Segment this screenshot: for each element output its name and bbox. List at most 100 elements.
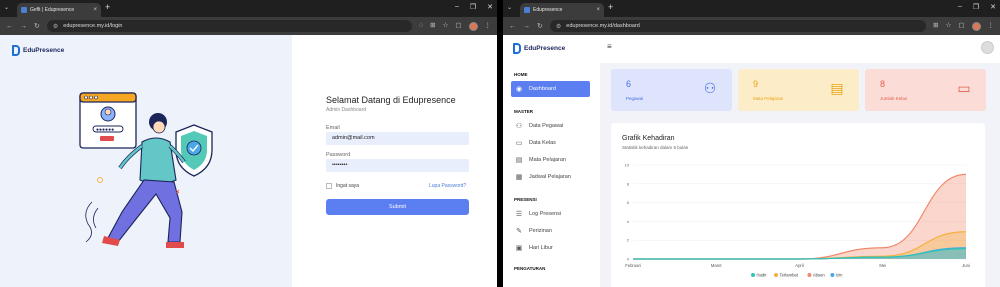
sidebar: EduPresence HOME ◉ Dashboard MASTER ⚇ Da… (503, 35, 600, 287)
favicon-icon (21, 7, 27, 13)
logo: EduPresence (12, 45, 64, 56)
logo-icon (513, 43, 521, 54)
extensions-icon[interactable]: ▢ (455, 22, 461, 30)
favicon-icon (524, 7, 530, 13)
close-icon[interactable]: × (93, 7, 97, 13)
x-tick-label: Februari (625, 263, 641, 268)
sidebar-section-presensi: PRESENSI (514, 197, 537, 202)
legend-label: Izin (836, 273, 843, 278)
site-info-icon[interactable]: ⚙ (556, 23, 561, 30)
back-icon[interactable]: ← (509, 23, 516, 30)
sidebar-item-mata-pelajaran[interactable]: ▤ Mata Pelajaran (511, 152, 590, 168)
legend-marker (830, 273, 835, 277)
browser-toolbar: ← → ↻ ⚙ edupresence.my.id/login ◌ ⊞ ☆ ▢ … (0, 17, 497, 35)
translate-icon[interactable]: ⊞ (430, 22, 435, 30)
reload-icon[interactable]: ↻ (537, 23, 543, 30)
calendar-icon: ▣ (515, 245, 523, 252)
translate-icon[interactable]: ⊞ (933, 22, 938, 30)
sidebar-item-label: Data Kelas (529, 140, 556, 146)
hamburger-menu-icon[interactable]: ≡ (607, 42, 612, 51)
y-tick-label: 6 (627, 200, 630, 205)
class-icon: ▭ (957, 79, 971, 96)
stat-card-jumlah-kelas: 8 Jumlah Kelas ▭ (865, 69, 986, 111)
remember-checkbox[interactable] (326, 183, 332, 189)
email-field[interactable]: admin@mail.com (326, 132, 469, 145)
address-bar[interactable]: ⚙ edupresence.my.id/login (46, 20, 413, 32)
maximize-icon[interactable]: ❐ (470, 3, 476, 11)
back-icon[interactable]: ← (6, 23, 13, 30)
stat-card-label: Mata Pelajaran (753, 96, 784, 101)
address-bar[interactable]: ⚙ edupresence.my.id/dashboard (549, 20, 927, 32)
minimize-icon[interactable]: – (958, 3, 962, 11)
sidebar-item-label: Dashboard (529, 86, 556, 92)
tab-title: Geflt | Edupresence (30, 7, 75, 13)
stat-card-value: 8 (880, 79, 886, 89)
tab-search-icon[interactable]: ⌄ (4, 4, 9, 11)
extensions-icon[interactable]: ▢ (958, 22, 964, 30)
maximize-icon[interactable]: ❐ (973, 3, 979, 11)
x-tick-label: Mei (879, 263, 886, 268)
top-bar: ≡ (600, 35, 1000, 63)
browser-tab[interactable]: Edupresence × (520, 3, 604, 17)
browser-toolbar: ← → ↻ ⚙ edupresence.my.id/dashboard ⊞ ☆ … (503, 17, 1000, 35)
submit-button[interactable]: Submit (326, 199, 469, 215)
password-field[interactable]: •••••••• (326, 159, 469, 172)
svg-text:●●●●●●: ●●●●●● (96, 127, 114, 133)
new-tab-button[interactable]: + (608, 3, 613, 12)
close-window-icon[interactable]: ✕ (990, 3, 996, 11)
minimize-icon[interactable]: – (455, 3, 459, 11)
profile-icon[interactable] (971, 21, 981, 31)
remember-label: Ingat saya (336, 183, 360, 189)
y-tick-label: 2 (627, 238, 630, 243)
users-icon: ⚇ (515, 123, 523, 130)
eye-off-icon[interactable]: ◌ (419, 22, 423, 30)
menu-icon[interactable]: ⋮ (988, 22, 995, 30)
sidebar-item-label: Hari Libur (529, 245, 553, 251)
main-content: ≡ 6 Pegawai ⚇ 9 Mata Pelajaran ▤ 8 Jumla… (600, 35, 1000, 287)
sidebar-item-hari-libur[interactable]: ▣ Hari Libur (511, 240, 590, 256)
schedule-icon: ▦ (515, 174, 523, 181)
x-tick-label: Juni (962, 263, 970, 268)
y-tick-label: 10 (625, 163, 630, 168)
tab-bar: ⌄ Geflt | Edupresence × + – ❐ ✕ (0, 0, 497, 17)
forward-icon[interactable]: → (20, 23, 27, 30)
sidebar-item-dashboard[interactable]: ◉ Dashboard (511, 81, 590, 97)
reload-icon[interactable]: ↻ (34, 23, 40, 30)
avatar[interactable] (981, 41, 994, 54)
forgot-password-link[interactable]: Lupa Password? (429, 183, 466, 189)
x-tick-label: Maret (711, 263, 723, 268)
window-controls: – ❐ ✕ (455, 3, 493, 11)
sidebar-item-jadwal-pelajaran[interactable]: ▦ Jadwal Pelajaran (511, 169, 590, 185)
attendance-chart-card: Grafik Kehadiran Statistik kehadiran dal… (611, 123, 985, 287)
x-tick-label: April (795, 263, 803, 268)
login-subheading: Admin Dashboard (326, 107, 367, 113)
profile-icon[interactable] (468, 21, 478, 31)
menu-icon[interactable]: ⋮ (485, 22, 492, 30)
new-tab-button[interactable]: + (105, 3, 110, 12)
sidebar-item-data-pegawai[interactable]: ⚇ Data Pegawai (511, 118, 590, 134)
logo: EduPresence (513, 43, 565, 54)
series-area-absen (633, 174, 966, 259)
star-icon[interactable]: ☆ (946, 22, 952, 30)
sidebar-item-log-presensi[interactable]: ☰ Log Presensi (511, 206, 590, 222)
legend-label: Absen (813, 273, 826, 278)
tab-bar: ⌄ Edupresence × + – ❐ ✕ (503, 0, 1000, 17)
browser-tab[interactable]: Geflt | Edupresence × (17, 3, 101, 17)
close-icon[interactable]: × (596, 7, 600, 13)
forward-icon[interactable]: → (523, 23, 530, 30)
sidebar-item-label: Perizinan (529, 228, 552, 234)
stat-card-value: 9 (753, 79, 759, 89)
url-text: edupresence.my.id/dashboard (566, 23, 640, 29)
tab-search-icon[interactable]: ⌄ (507, 4, 512, 11)
dashboard-page: EduPresence HOME ◉ Dashboard MASTER ⚇ Da… (503, 35, 1000, 287)
illustration-panel: EduPresence ●●●●●● (0, 35, 292, 287)
url-text: edupresence.my.id/login (63, 23, 123, 29)
close-window-icon[interactable]: ✕ (487, 3, 493, 11)
star-icon[interactable]: ☆ (443, 22, 449, 30)
log-icon: ☰ (515, 211, 523, 218)
sidebar-item-perizinan[interactable]: ✎ Perizinan (511, 223, 590, 239)
password-label: Password (326, 152, 351, 158)
remember-me[interactable]: Ingat saya (326, 183, 359, 189)
site-info-icon[interactable]: ⚙ (53, 23, 58, 30)
sidebar-item-data-kelas[interactable]: ▭ Data Kelas (511, 135, 590, 151)
